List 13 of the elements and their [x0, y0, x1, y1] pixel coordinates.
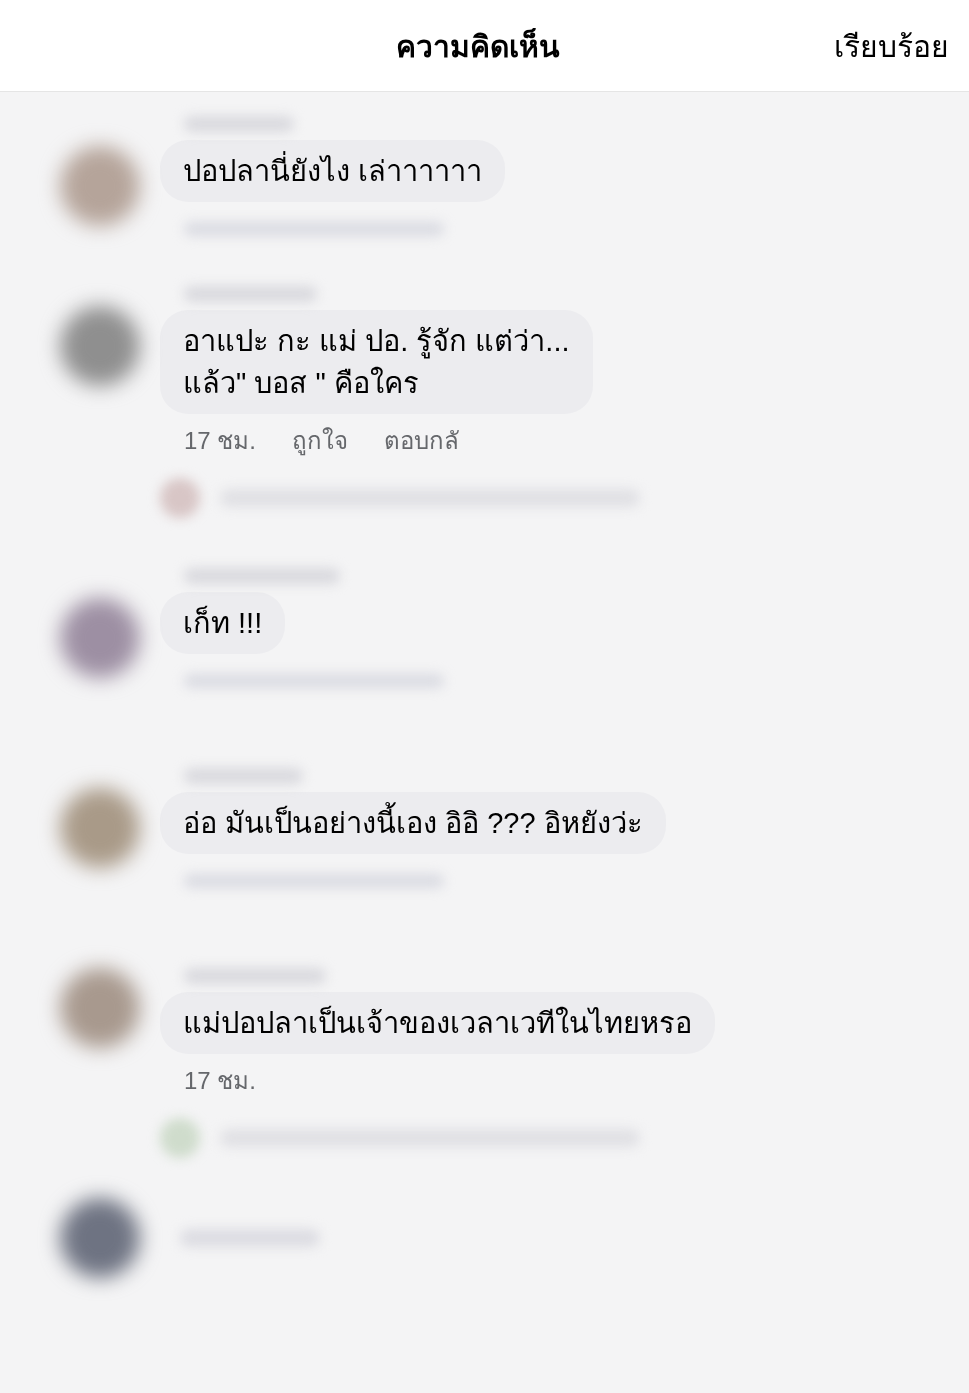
blurred-avatar [160, 1118, 200, 1158]
comment-time: 17 ชม. [184, 426, 257, 456]
reply-link[interactable]: ตอบกลั [384, 423, 460, 459]
comment-text: ปอปลานี่ยังไง เล่าาาาาา [160, 140, 506, 202]
like-link[interactable]: ถูกใจ [292, 423, 349, 459]
comment-text: อาแปะ กะ แม่ ปอ. รู้จัก แต่ว่า... แล้ว" บอส " คือใคร [160, 310, 593, 414]
done-button[interactable]: เรียบร้อย [834, 24, 949, 69]
comment-text: เก็ท !!! [160, 592, 286, 654]
comment-text: แม่ปอปลาเป็นเจ้าของเวลาเวทีในไทยหรอ [160, 992, 715, 1054]
comment-text: อ่อ มันเป็นอย่างนี้เอง อิอิ ??? อิหยังว่ะ [160, 792, 666, 854]
header-title: ความคิดเห็น [396, 27, 560, 65]
comment-time: 17 ชม. [184, 1066, 257, 1096]
blurred-avatar [160, 478, 200, 518]
